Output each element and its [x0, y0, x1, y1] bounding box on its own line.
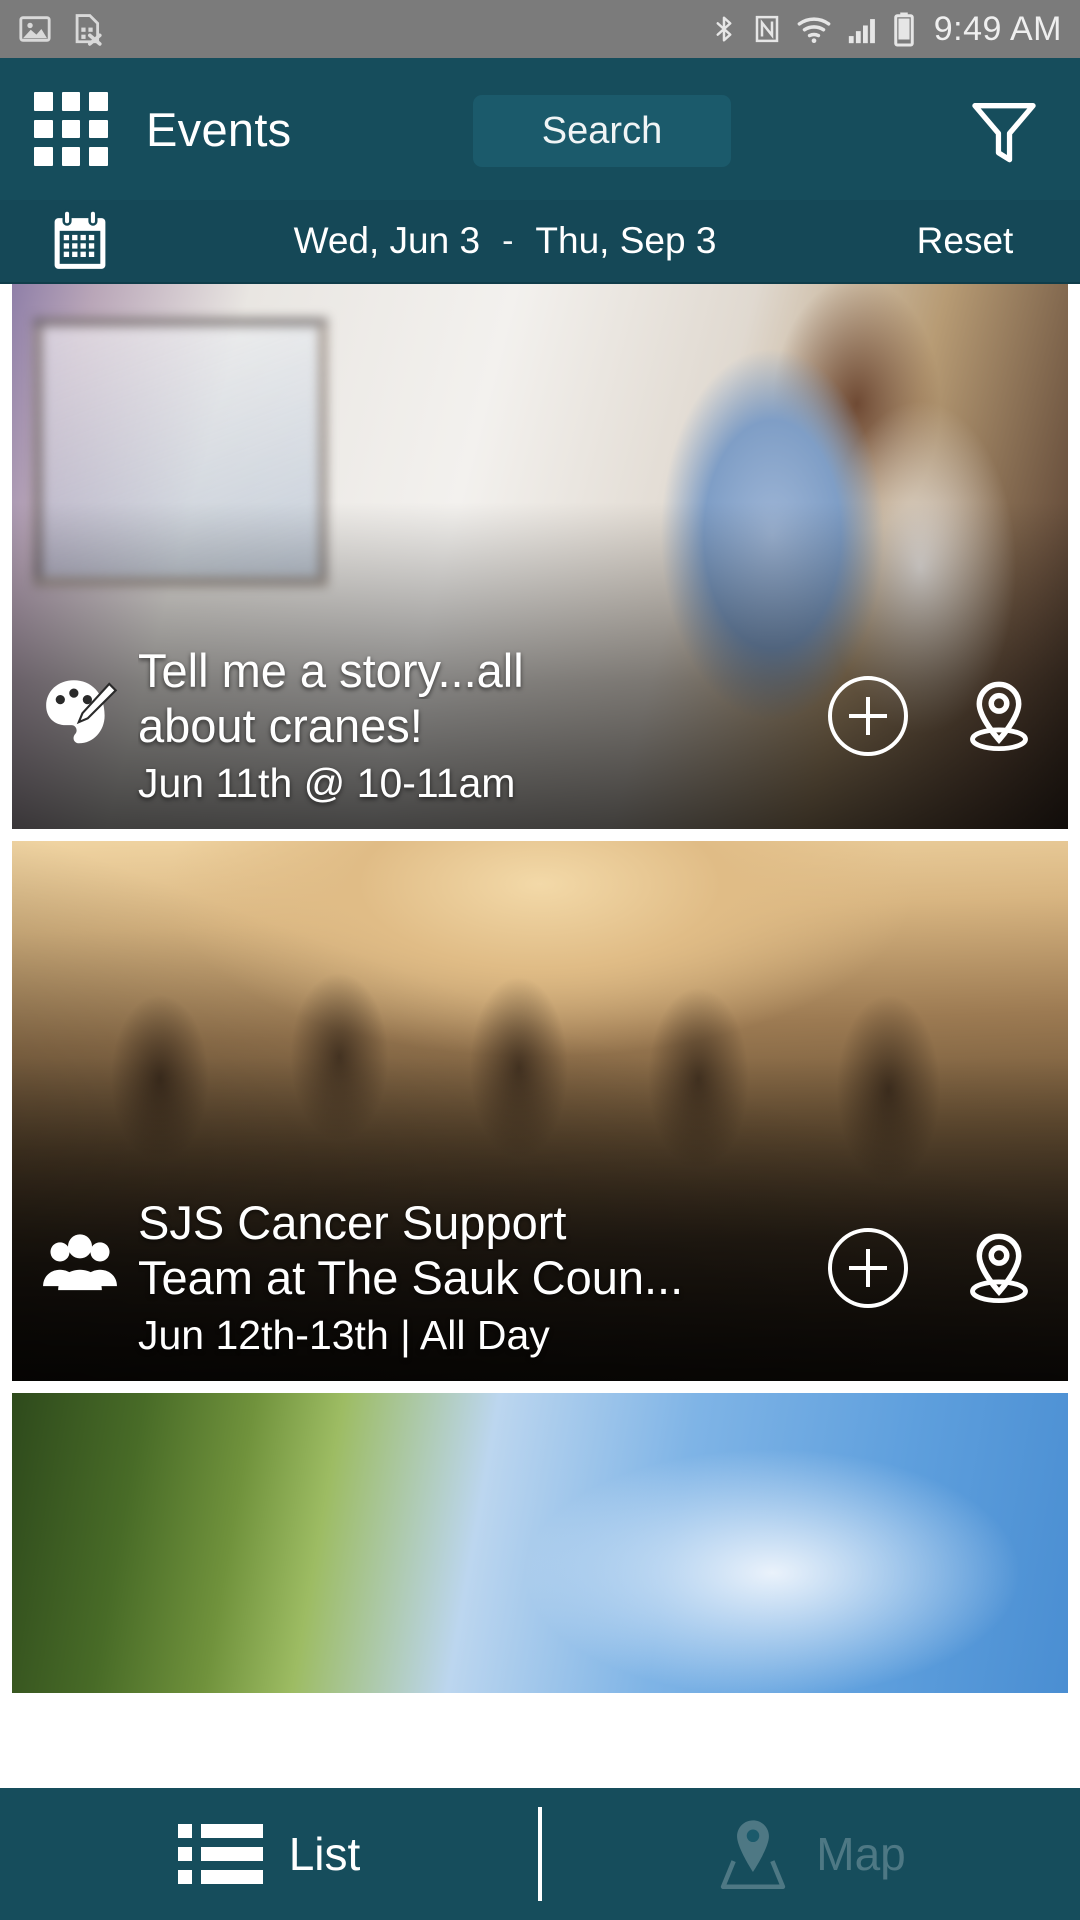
event-image [12, 1393, 1068, 1693]
event-title: Tell me a story...all about cranes! [138, 644, 818, 754]
cellular-signal-icon [848, 19, 875, 44]
reset-button[interactable]: Reset [850, 220, 1080, 262]
funnel-filter-icon [972, 103, 1036, 163]
search-button-label: Search [541, 109, 663, 152]
people-group-icon [38, 1221, 122, 1305]
plus-circle-icon[interactable] [828, 1228, 908, 1308]
grid-apps-icon[interactable] [34, 92, 108, 166]
event-date: Jun 12th-13th | All Day [138, 1312, 550, 1358]
event-title-line1: SJS Cancer Support [138, 1196, 567, 1250]
event-title-line1: Tell me a story...all [138, 644, 524, 698]
event-card[interactable]: Tell me a story...all about cranes! Jun … [12, 284, 1068, 829]
image-icon [19, 16, 51, 42]
search-button[interactable]: Search [473, 95, 731, 167]
event-date: Jun 11th @ 10-11am [138, 760, 516, 806]
filter-button[interactable] [964, 96, 1044, 168]
event-actions [818, 1225, 1042, 1311]
calendar-button[interactable] [0, 208, 160, 274]
status-bar-left-icons [18, 12, 104, 46]
tab-list-label: List [288, 1828, 361, 1880]
bottom-tab-bar: List Map [0, 1788, 1080, 1920]
plus-circle-icon[interactable] [828, 676, 908, 756]
location-pin-icon[interactable] [956, 673, 1042, 759]
event-text: Tell me a story...all about cranes! Jun … [122, 644, 818, 807]
event-card[interactable]: SJS Cancer Support Team at The Sauk Coun… [12, 841, 1068, 1381]
page-title: Events [146, 102, 292, 156]
calendar-icon [54, 209, 106, 269]
event-text: SJS Cancer Support Team at The Sauk Coun… [122, 1196, 818, 1359]
date-range-start[interactable]: Wed, Jun 3 [294, 220, 480, 262]
status-bar: 9:49 AM [0, 0, 1080, 58]
app-root: 9:49 AM Events Search Wed, Jun 3 - Thu, … [0, 0, 1080, 1920]
list-icon [177, 1824, 263, 1884]
app-header: Events Search [0, 58, 1080, 200]
status-bar-right-icons: 9:49 AM [709, 10, 1062, 49]
nfc-icon [755, 15, 778, 43]
status-bar-clock: 9:49 AM [933, 9, 1062, 48]
tab-map-label: Map [816, 1828, 906, 1880]
date-range-separator: - [502, 221, 514, 260]
map-pin-icon [721, 1820, 786, 1890]
date-range[interactable]: Wed, Jun 3 - Thu, Sep 3 [160, 220, 850, 262]
paint-palette-icon [38, 669, 122, 753]
location-pin-icon[interactable] [956, 1225, 1042, 1311]
tab-list[interactable]: List [0, 1788, 538, 1920]
event-card-body: Tell me a story...all about cranes! Jun … [12, 644, 1068, 807]
event-card-body: SJS Cancer Support Team at The Sauk Coun… [12, 1196, 1068, 1359]
date-filter-bar: Wed, Jun 3 - Thu, Sep 3 Reset [0, 200, 1080, 284]
date-range-end[interactable]: Thu, Sep 3 [535, 220, 716, 262]
tab-map[interactable]: Map [542, 1788, 1080, 1920]
wifi-icon [797, 17, 831, 44]
event-card[interactable] [12, 1393, 1068, 1693]
battery-icon [894, 12, 914, 47]
event-title-line2: Team at The Sauk Coun... [138, 1251, 684, 1305]
event-title: SJS Cancer Support Team at The Sauk Coun… [138, 1196, 818, 1306]
bluetooth-icon [716, 16, 732, 42]
sim-card-error-icon [75, 14, 102, 46]
event-title-line2: about cranes! [138, 699, 423, 753]
event-actions [818, 673, 1042, 759]
event-list[interactable]: Tell me a story...all about cranes! Jun … [0, 284, 1080, 1788]
